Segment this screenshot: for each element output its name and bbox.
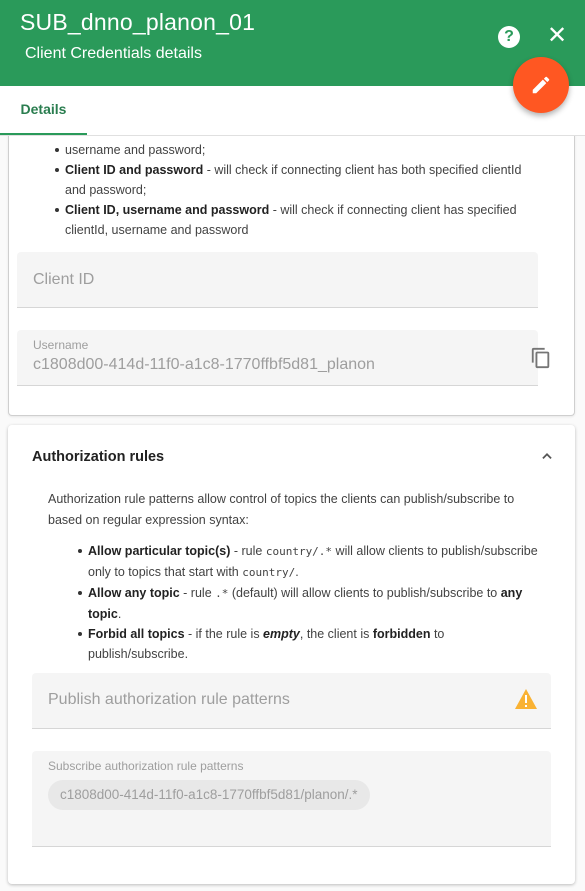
list-item: Allow particular topic(s) - rule country… [78,541,538,583]
subscribe-rules-field[interactable]: Subscribe authorization rule patterns c1… [32,751,551,847]
authorization-title: Authorization rules [32,449,165,465]
subscribe-rule-chip[interactable]: c1808d00-414d-11f0-a1c8-1770ffbf5d81/pla… [48,780,370,810]
list-item: username and password; [55,140,545,160]
close-icon[interactable]: ✕ [546,24,568,48]
username-field[interactable]: Username c1808d00-414d-11f0-a1c8-1770ffb… [17,330,550,386]
authorization-rules-list: Allow particular topic(s) - rule country… [78,541,538,664]
tab-bar: Details [0,86,585,136]
credentials-type-list: username and password; Client ID and pas… [55,140,545,240]
copy-icon[interactable] [530,346,552,370]
client-id-label: Client ID [33,271,95,288]
authorization-card: Authorization rules Authorization rule p… [8,425,575,884]
dialog-header: SUB_dnno_planon_01 Client Credentials de… [0,0,585,86]
edit-button[interactable] [513,57,569,113]
help-icon[interactable]: ? [498,26,520,48]
authorization-description: Authorization rule patterns allow contro… [48,492,515,527]
chevron-up-icon[interactable] [540,449,554,463]
tab-details[interactable]: Details [0,86,87,135]
subscribe-rules-label: Subscribe authorization rule patterns [48,759,244,773]
publish-rules-label: Publish authorization rule patterns [48,691,290,708]
list-item: Client ID, username and password - will … [55,200,545,240]
username-value: c1808d00-414d-11f0-a1c8-1770ffbf5d81_pla… [33,356,375,373]
warning-icon [515,689,537,709]
username-label: Username [33,338,89,352]
client-id-field[interactable]: Client ID [17,252,538,308]
publish-rules-field[interactable]: Publish authorization rule patterns [32,673,551,729]
list-item: Forbid all topics - if the rule is empty… [78,624,538,664]
list-item: Allow any topic - rule .* (default) will… [78,583,538,624]
dialog-title: SUB_dnno_planon_01 [20,9,256,35]
list-item: Client ID and password - will check if c… [55,160,545,200]
pencil-icon [532,76,550,94]
dialog-subtitle: Client Credentials details [25,45,202,62]
